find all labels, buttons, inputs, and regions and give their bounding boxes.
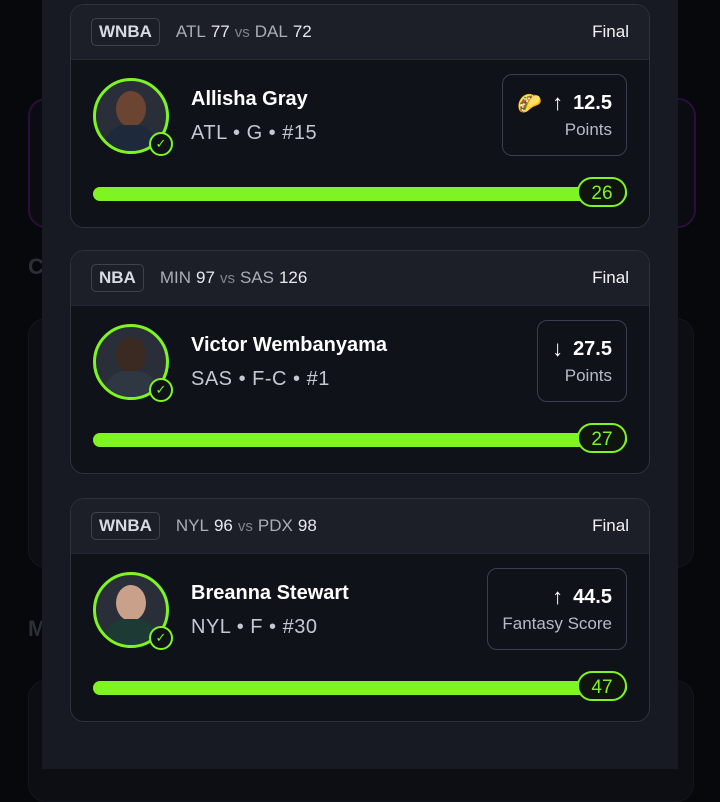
vs-label: vs	[219, 270, 235, 287]
vs-label: vs	[237, 518, 253, 535]
game-score: ATL 77 vs DAL 72	[176, 22, 312, 42]
player-meta: NYL • F • #30	[191, 616, 318, 638]
game-header: WNBA ATL 77 vs DAL 72 Final	[71, 5, 649, 60]
check-icon: ✓	[149, 132, 173, 156]
player-avatar: ✓	[93, 572, 173, 650]
game-status: Final	[592, 268, 629, 287]
projection-line: 27.5	[573, 337, 612, 360]
game-header: NBA MIN 97 vs SAS 126 Final	[71, 251, 649, 306]
player-name: Allisha Gray	[191, 88, 308, 110]
result-value: 26	[577, 177, 627, 207]
arrow-up-icon: ↑	[552, 90, 564, 115]
score-away: 96	[213, 516, 233, 535]
player-name: Victor Wembanyama	[191, 334, 388, 356]
team-home: PDX	[257, 516, 293, 535]
stat-type: Points	[564, 366, 612, 385]
arrow-up-icon: ↑	[552, 584, 564, 609]
game-status: Final	[592, 516, 629, 535]
player-name: Breanna Stewart	[191, 582, 349, 604]
league-badge: WNBA	[91, 512, 160, 540]
league-badge: NBA	[91, 264, 144, 292]
progress-fill	[93, 187, 627, 201]
projection-box: ↓ 27.5 Points	[537, 320, 627, 402]
result-progress: 47	[93, 671, 627, 701]
league-badge: WNBA	[91, 18, 160, 46]
game-score: MIN 97 vs SAS 126	[160, 268, 308, 288]
game-header: WNBA NYL 96 vs PDX 98 Final	[71, 499, 649, 554]
score-away: 77	[210, 22, 230, 41]
game-status: Final	[592, 22, 629, 41]
projection-line: 12.5	[573, 91, 612, 114]
pick-card[interactable]: NBA MIN 97 vs SAS 126 Final ✓ Victor Wem…	[70, 250, 650, 474]
taco-icon: 🌮	[517, 92, 543, 115]
score-home: 72	[292, 22, 312, 41]
progress-fill	[93, 681, 627, 695]
pick-card[interactable]: WNBA ATL 77 vs DAL 72 Final ✓ Allisha Gr…	[70, 4, 650, 228]
pick-card[interactable]: WNBA NYL 96 vs PDX 98 Final ✓ Breanna St…	[70, 498, 650, 722]
projection-box: ↑ 44.5 Fantasy Score	[487, 568, 627, 650]
player-avatar: ✓	[93, 324, 173, 402]
projection-box: 🌮 ↑ 12.5 Points	[502, 74, 627, 156]
team-away: MIN	[159, 268, 192, 287]
result-value: 27	[577, 423, 627, 453]
stat-type: Points	[564, 120, 612, 139]
check-icon: ✓	[149, 378, 173, 402]
picks-sheet: WNBA ATL 77 vs DAL 72 Final ✓ Allisha Gr…	[42, 0, 678, 769]
player-meta: SAS • F-C • #1	[191, 368, 330, 390]
check-icon: ✓	[149, 626, 173, 650]
team-home: SAS	[239, 268, 274, 287]
team-away: NYL	[175, 516, 209, 535]
result-value: 47	[577, 671, 627, 701]
score-away: 97	[196, 268, 215, 287]
team-home: DAL	[254, 22, 288, 41]
result-progress: 27	[93, 423, 627, 453]
player-avatar: ✓	[93, 78, 173, 156]
game-score: NYL 96 vs PDX 98	[176, 516, 317, 536]
vs-label: vs	[234, 24, 250, 41]
player-meta: ATL • G • #15	[191, 122, 318, 144]
score-home: 126	[278, 268, 308, 287]
result-progress: 26	[93, 177, 627, 207]
stat-type: Fantasy Score	[502, 614, 612, 633]
team-away: ATL	[175, 22, 206, 41]
progress-fill	[93, 433, 627, 447]
arrow-down-icon: ↓	[552, 336, 564, 361]
score-home: 98	[297, 516, 317, 535]
projection-line: 44.5	[573, 585, 612, 608]
